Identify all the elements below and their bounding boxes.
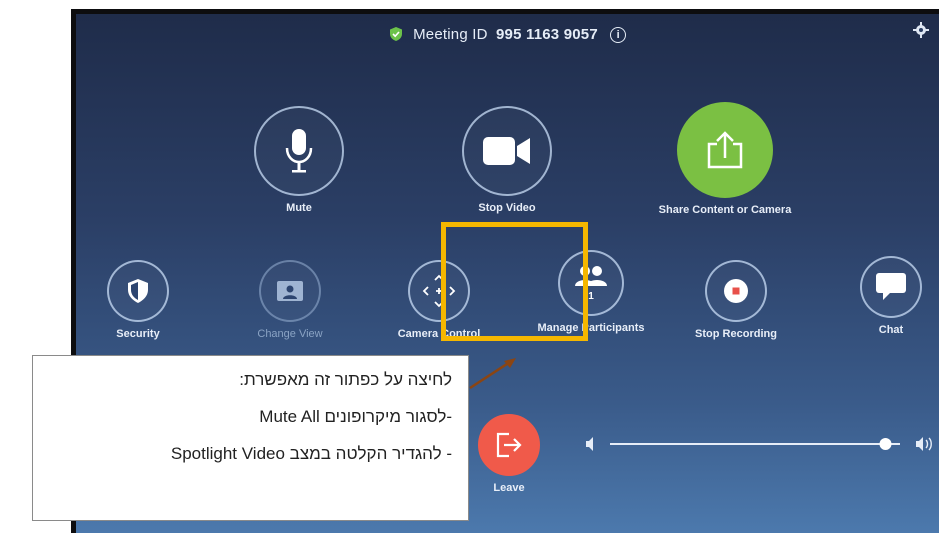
leave-button[interactable]: Leave [474,414,544,494]
gear-icon[interactable] [913,22,929,38]
meeting-id-value: 995 1163 9057 [496,26,598,43]
gallery-view-icon [277,281,303,301]
microphone-icon [285,129,313,173]
callout-line-1: לחיצה על כפתור זה מאפשרת: [239,370,452,389]
callout-line-2: -לסגור מיקרופונים Mute All [259,407,452,426]
meeting-id-label: Meeting ID [413,26,488,43]
leave-label: Leave [493,482,525,494]
shield-icon [128,279,148,303]
mute-button[interactable]: Mute [252,106,346,214]
stop-recording-button[interactable]: Stop Recording [686,260,786,340]
chat-bubble-icon [876,273,906,300]
annotation-callout: לחיצה על כפתור זה מאפשרת: -לסגור מיקרופו… [32,355,469,521]
stop-video-label: Stop Video [478,202,536,214]
chat-label: Chat [878,324,904,336]
share-content-button[interactable]: Share Content or Camera [650,102,800,216]
video-camera-icon [483,137,530,165]
security-label: Security [116,328,160,340]
volume-track [610,443,900,445]
volume-knob[interactable] [879,438,892,450]
share-content-label: Share Content or Camera [658,204,792,216]
shield-check-icon [389,27,402,41]
mute-label: Mute [286,202,312,214]
stop-recording-label: Stop Recording [695,328,777,340]
callout-line-3: - להגדיר הקלטה במצב Spotlight Video [170,444,452,463]
highlight-box-manage-participants [441,222,588,341]
volume-low-icon [586,437,593,451]
exit-icon [496,432,522,458]
meeting-id-bar: Meeting ID 995 1163 9057 i [76,26,939,43]
security-button[interactable]: Security [106,260,170,340]
change-view-label: Change View [257,328,323,340]
callout-arrow [469,358,516,390]
volume-slider[interactable] [586,434,939,454]
record-stop-icon [724,279,748,303]
volume-high-icon [916,437,932,451]
chat-button[interactable]: Chat [850,256,932,336]
stop-video-button[interactable]: Stop Video [460,106,554,214]
share-upload-icon [707,131,743,169]
change-view-button[interactable]: Change View [250,260,330,340]
info-icon[interactable]: i [610,27,627,43]
